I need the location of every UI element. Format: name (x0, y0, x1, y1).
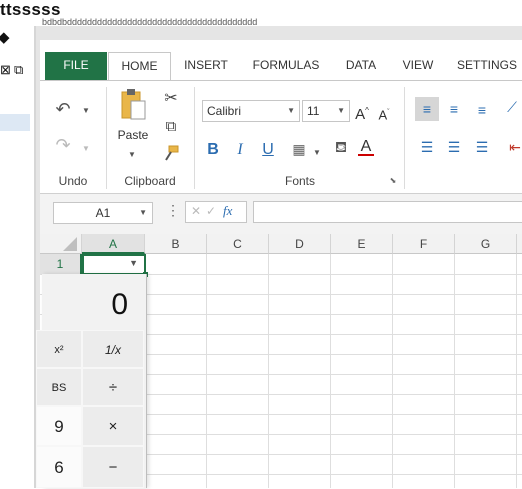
confirm-icon[interactable]: ✓ (206, 204, 216, 218)
borders-dropdown-icon[interactable]: ▼ (312, 145, 322, 161)
left-panel: ◆ ⊠ ⧉ (0, 26, 34, 488)
tab-data[interactable]: DATA (336, 52, 386, 80)
multiply-key[interactable]: × (82, 406, 144, 446)
digit-6-key[interactable]: 6 (36, 446, 82, 488)
gridline (268, 254, 269, 488)
cell-a1-selected[interactable]: ▼ (82, 254, 146, 275)
bold-icon[interactable]: B (205, 142, 221, 158)
diamond-icon[interactable]: ◆ (0, 30, 10, 45)
insert-function-icon[interactable]: fx (223, 203, 232, 219)
align-right-icon[interactable]: ☰ (474, 139, 490, 155)
reciprocal-key[interactable]: 1/x (82, 330, 144, 368)
paste-dropdown-icon[interactable]: ▼ (126, 147, 138, 163)
column-header-g[interactable]: G (455, 234, 517, 254)
clipboard-group-label: Clipboard (124, 174, 176, 188)
tab-formulas[interactable]: FORMULAS (243, 52, 329, 80)
column-header-f[interactable]: F (393, 234, 455, 254)
tab-view[interactable]: VIEW (392, 52, 444, 80)
dialog-launcher-icon[interactable]: ⬊ (388, 173, 398, 189)
calculator-display-area: 0 (42, 274, 146, 330)
square-key[interactable]: x² (36, 330, 82, 368)
tab-file[interactable]: FILE (45, 52, 107, 80)
divide-key[interactable]: ÷ (82, 368, 144, 406)
align-center-icon[interactable]: ☰ (446, 139, 462, 155)
paste-icon[interactable] (118, 87, 148, 123)
undo-dropdown-icon[interactable]: ▼ (80, 103, 92, 119)
format-painter-icon[interactable] (162, 145, 180, 163)
gridline (392, 254, 393, 488)
column-header-c[interactable]: C (207, 234, 269, 254)
indent-icon[interactable]: ⇤ (508, 139, 522, 155)
column-header-b[interactable]: B (145, 234, 207, 254)
align-bottom-icon[interactable]: ≡ (474, 102, 490, 118)
formula-bar: A1 ▼ ⋮ ✕ ✓ fx (40, 194, 522, 234)
cut-icon[interactable]: ✂ (162, 91, 180, 107)
font-size-select[interactable]: 11 ▼ (302, 100, 350, 122)
formula-input[interactable] (253, 201, 522, 223)
font-name-select[interactable]: Calibri ▼ (202, 100, 300, 122)
align-top-icon: ≡ (422, 101, 432, 117)
select-all-corner[interactable] (40, 234, 82, 254)
font-color-icon[interactable]: A (358, 139, 374, 156)
name-box[interactable]: A1 ▼ (53, 202, 153, 224)
paste-label[interactable]: Paste (112, 128, 154, 142)
chevron-down-icon: ▼ (139, 208, 147, 217)
ribbon-home: ↶ ▼ ↷ ▼ Undo Paste ▼ ✂ ⧉ Clipboard Calib… (40, 80, 522, 194)
redo-icon[interactable]: ↷ (52, 136, 74, 154)
column-header-d[interactable]: D (269, 234, 331, 254)
grow-font-icon[interactable]: A^ (354, 103, 370, 123)
digit-9-key[interactable]: 9 (36, 406, 82, 446)
close-box-icon[interactable]: ⊠ (0, 63, 11, 76)
cancel-icon[interactable]: ✕ (191, 204, 201, 218)
tab-settings[interactable]: SETTINGS (450, 52, 522, 80)
column-header-a[interactable]: A (82, 234, 145, 254)
gridline (454, 254, 455, 488)
redo-dropdown-icon[interactable]: ▼ (80, 141, 92, 157)
group-separator (106, 87, 107, 189)
column-header-h[interactable] (517, 234, 522, 254)
calculator-display: 0 (111, 288, 128, 321)
undo-group-label: Undo (58, 174, 88, 188)
undo-icon[interactable]: ↶ (52, 100, 74, 118)
more-options-icon[interactable]: ⋮ (166, 202, 180, 219)
subtitle-strip: bdbdbddddddddddddddddddddddddddddddddddd… (42, 18, 257, 26)
chevron-down-icon: ▼ (287, 106, 295, 115)
calculator-popup: 0 x² 1/x BS ÷ 9 × 6 − (36, 274, 147, 488)
gridline (330, 254, 331, 488)
align-left-icon[interactable]: ☰ (419, 139, 435, 155)
subtract-key[interactable]: − (82, 446, 144, 488)
tab-home[interactable]: HOME (108, 52, 171, 80)
align-middle-icon[interactable]: ≡ (446, 101, 462, 117)
cell-dropdown-icon[interactable]: ▼ (129, 258, 138, 268)
chevron-down-icon: ▼ (337, 106, 345, 115)
copy-icon[interactable]: ⧉ (162, 119, 180, 135)
backspace-key[interactable]: BS (36, 368, 82, 406)
shrink-font-icon[interactable]: Aˇ (376, 105, 392, 123)
restore-icon[interactable]: ⧉ (14, 63, 23, 76)
group-separator (194, 87, 195, 189)
gridline (206, 254, 207, 488)
borders-icon[interactable]: ▦ (291, 141, 307, 157)
orientation-icon[interactable]: ⟋ (504, 99, 520, 115)
fill-color-icon[interactable]: ⛾ (332, 140, 350, 156)
font-name-value: Calibri (207, 104, 242, 118)
ribbon-tabs: FILE HOME INSERT FORMULAS DATA VIEW SETT… (40, 52, 522, 80)
font-size-value: 11 (307, 104, 320, 118)
italic-icon[interactable]: I (232, 142, 248, 158)
column-header-e[interactable]: E (331, 234, 393, 254)
name-box-value: A1 (95, 206, 111, 220)
underline-icon[interactable]: U (260, 142, 276, 158)
formula-controls: ✕ ✓ fx (185, 201, 247, 223)
tab-insert[interactable]: INSERT (176, 52, 236, 80)
left-panel-selected-item[interactable] (0, 114, 30, 131)
group-separator (404, 87, 405, 189)
row-header-1[interactable]: 1 (40, 254, 82, 274)
gridline (516, 254, 517, 488)
fonts-group-label: Fonts (284, 174, 315, 188)
window-title: ttsssss (0, 0, 61, 19)
